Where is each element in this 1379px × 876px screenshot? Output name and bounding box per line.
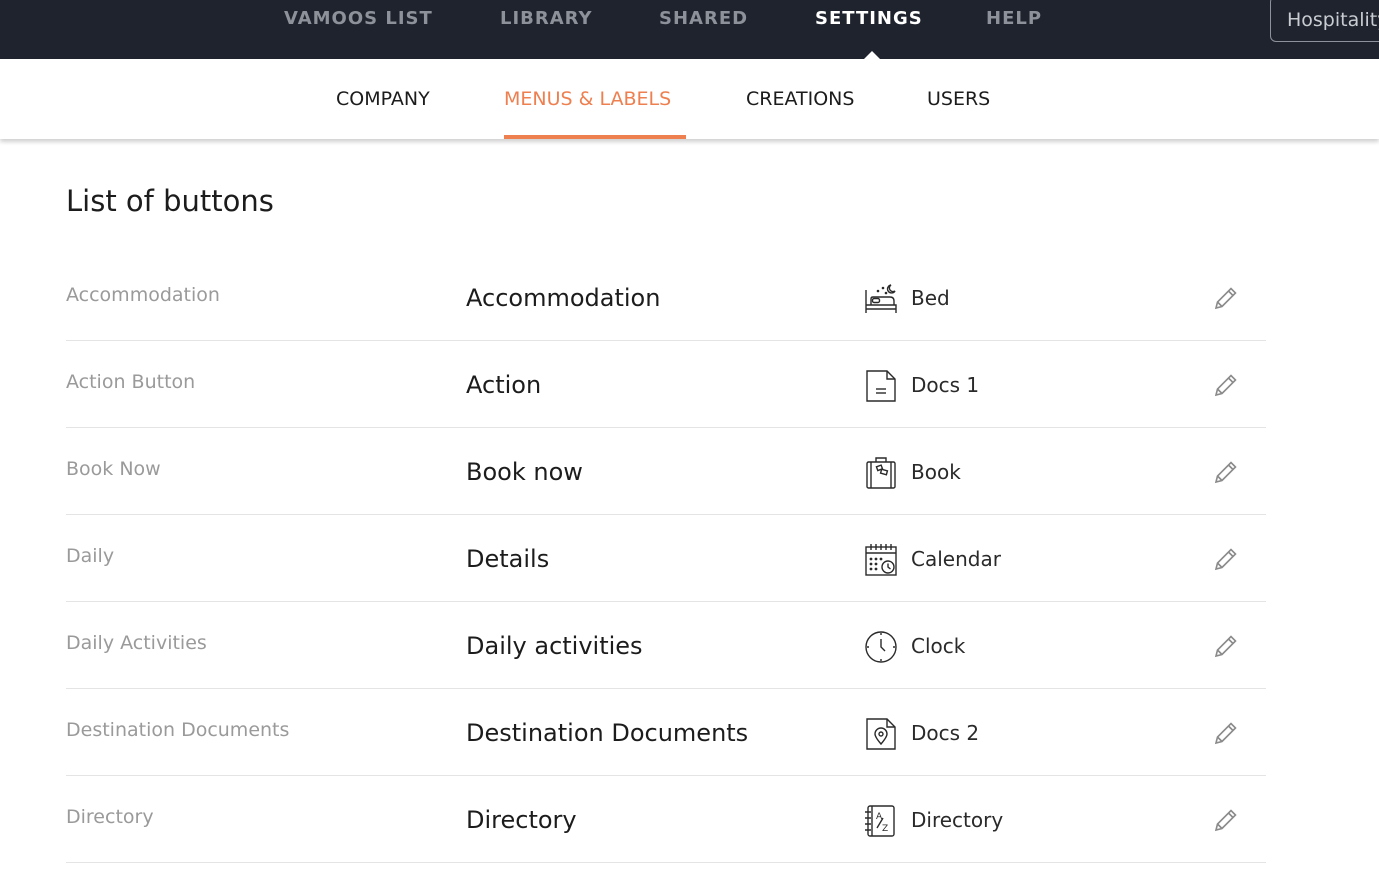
nav-shared[interactable]: SHARED <box>659 8 748 29</box>
edit-pencil-icon[interactable] <box>1212 545 1240 573</box>
icon-name: Bed <box>911 286 950 310</box>
list-item: Book Now Book now Book <box>66 428 1266 515</box>
document-icon <box>864 369 898 403</box>
page-title: List of buttons <box>66 184 274 218</box>
tab-users[interactable]: USERS <box>927 88 990 110</box>
active-tab-underline <box>504 135 686 139</box>
button-key: Directory <box>66 806 154 828</box>
icon-name: Directory <box>911 808 1004 832</box>
nav-settings[interactable]: SETTINGS <box>815 8 923 29</box>
icon-name: Calendar <box>911 547 1001 571</box>
nav-library[interactable]: LIBRARY <box>500 8 593 29</box>
directory-book-icon: A Z <box>864 804 898 838</box>
edit-pencil-icon[interactable] <box>1212 458 1240 486</box>
button-key: Book Now <box>66 458 161 480</box>
tab-creations[interactable]: CREATIONS <box>746 88 854 110</box>
edit-pencil-icon[interactable] <box>1212 284 1240 312</box>
icon-name: Docs 1 <box>911 373 980 397</box>
button-list: Accommodation Accommodation Bed Action B… <box>66 254 1266 863</box>
button-key: Accommodation <box>66 284 220 306</box>
tab-company[interactable]: COMPANY <box>336 88 430 110</box>
icon-name: Docs 2 <box>911 721 980 745</box>
tab-menus-labels[interactable]: MENUS & LABELS <box>504 88 671 110</box>
button-key: Daily <box>66 545 115 567</box>
svg-text:Z: Z <box>882 824 888 834</box>
list-item: Daily Activities Daily activities Clock <box>66 602 1266 689</box>
button-key: Daily Activities <box>66 632 207 654</box>
list-item: Directory Directory A Z Directory <box>66 776 1266 863</box>
location-document-icon <box>864 717 898 751</box>
button-label: Directory <box>466 806 577 834</box>
luggage-icon <box>864 456 898 490</box>
nav-help[interactable]: HELP <box>986 8 1042 29</box>
list-item: Destination Documents Destination Docume… <box>66 689 1266 776</box>
top-navigation-bar: VAMOOS LIST LIBRARY SHARED SETTINGS HELP… <box>0 0 1379 60</box>
button-label: Destination Documents <box>466 719 749 747</box>
bed-icon <box>864 282 898 316</box>
clock-icon <box>864 630 898 664</box>
button-key: Action Button <box>66 371 196 393</box>
button-label: Action <box>466 371 542 399</box>
list-item: Accommodation Accommodation Bed <box>66 254 1266 341</box>
button-label: Daily activities <box>466 632 643 660</box>
icon-name: Book <box>911 460 961 484</box>
edit-pencil-icon[interactable] <box>1212 806 1240 834</box>
button-label: Details <box>466 545 550 573</box>
settings-subnav: COMPANY MENUS & LABELS CREATIONS USERS <box>0 59 1379 139</box>
icon-name: Clock <box>911 634 966 658</box>
nav-vamoos-list[interactable]: VAMOOS LIST <box>284 8 433 29</box>
button-key: Destination Documents <box>66 719 290 741</box>
main-menu: VAMOOS LIST LIBRARY SHARED SETTINGS HELP <box>0 0 1379 40</box>
operator-select[interactable]: Hospitality <box>1270 0 1379 42</box>
list-item: Action Button Action Docs 1 <box>66 341 1266 428</box>
edit-pencil-icon[interactable] <box>1212 719 1240 747</box>
list-item: Daily Details Calendar <box>66 515 1266 602</box>
edit-pencil-icon[interactable] <box>1212 632 1240 660</box>
button-label: Book now <box>466 458 583 486</box>
calendar-icon <box>864 543 898 577</box>
button-label: Accommodation <box>466 284 661 312</box>
edit-pencil-icon[interactable] <box>1212 371 1240 399</box>
